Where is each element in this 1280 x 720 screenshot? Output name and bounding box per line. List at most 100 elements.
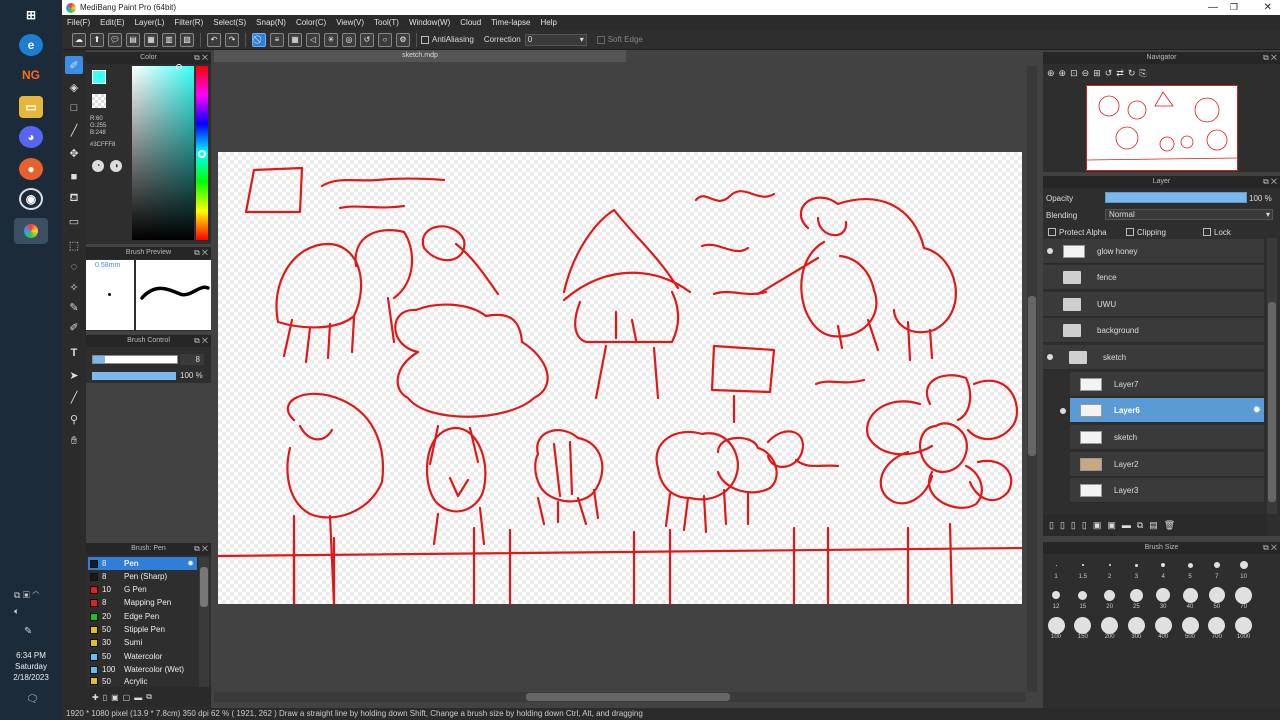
- snap-parallel-icon[interactable]: ≡: [270, 32, 284, 47]
- panel-controls-icon[interactable]: ⧉ ✕: [1263, 52, 1277, 64]
- brush-size-option[interactable]: 12: [1043, 586, 1069, 614]
- color-picker-cursor[interactable]: [176, 64, 182, 70]
- vertical-scrollbar[interactable]: [1027, 66, 1037, 692]
- brush-tool-icon[interactable]: ✐: [65, 56, 83, 74]
- layer-uwu[interactable]: UWU: [1043, 292, 1264, 317]
- panel-controls-icon[interactable]: ⧉ ✕: [194, 247, 208, 259]
- brush-item-stipple-pen[interactable]: 50 Stipple Pen: [88, 623, 197, 636]
- brush-size-option[interactable]: 700: [1204, 616, 1230, 644]
- windows-start-icon[interactable]: ⊞: [19, 4, 43, 26]
- lock-checkbox[interactable]: [1203, 228, 1211, 236]
- menu-select[interactable]: Select(S): [213, 18, 246, 27]
- panel-controls-icon[interactable]: ⧉ ✕: [1263, 542, 1277, 554]
- eyedropper-tool-icon[interactable]: ⚲: [65, 410, 83, 428]
- menu-color[interactable]: Color(C): [296, 18, 326, 27]
- horizontal-scrollbar[interactable]: [214, 692, 1026, 702]
- bucket-tool-icon[interactable]: ⛾: [65, 190, 83, 208]
- layer-properties-icon[interactable]: ▤: [1149, 520, 1158, 531]
- blending-select[interactable]: Normal ▾: [1105, 209, 1273, 220]
- navigator-thumbnail[interactable]: [1086, 85, 1238, 171]
- new-layer-icon[interactable]: ▯: [1049, 520, 1054, 531]
- brush-size-option[interactable]: 3: [1123, 556, 1149, 584]
- file-explorer-icon[interactable]: ▭: [19, 96, 43, 118]
- menu-timelapse[interactable]: Time-lapse: [491, 18, 530, 27]
- transparent-color-swatch[interactable]: [92, 94, 106, 108]
- protect-alpha-checkbox[interactable]: [1048, 228, 1056, 236]
- layer-fence[interactable]: fence: [1043, 265, 1264, 290]
- fill-rect-tool-icon[interactable]: ■: [65, 168, 83, 186]
- merge-layer-icon[interactable]: ⧉: [1137, 520, 1143, 531]
- dot-tool-icon[interactable]: □: [65, 99, 83, 117]
- snap-vanish-icon[interactable]: ◁: [306, 32, 320, 47]
- brush-size-option[interactable]: 20: [1097, 586, 1123, 614]
- select-tool-icon[interactable]: ⬚: [65, 236, 83, 254]
- minimize-icon[interactable]: —: [1208, 2, 1218, 13]
- brush-size-option[interactable]: 4: [1150, 556, 1176, 584]
- brush-settings-icon[interactable]: ▣: [111, 693, 119, 702]
- brush-size-option[interactable]: 1.5: [1070, 556, 1096, 584]
- select-eraser-icon[interactable]: ✐: [65, 318, 83, 336]
- grid-icon[interactable]: ▥: [162, 32, 176, 47]
- snap-concentric-icon[interactable]: ◎: [342, 32, 356, 47]
- panel-controls-icon[interactable]: ⧉ ✕: [194, 543, 208, 555]
- menu-cloud[interactable]: Cloud: [460, 18, 481, 27]
- layer-layer2[interactable]: Layer2: [1070, 452, 1264, 477]
- brush-size-option[interactable]: 1: [1043, 556, 1069, 584]
- brush-item-edge-pen[interactable]: 20 Edge Pen: [88, 610, 197, 623]
- gradient-tool-icon[interactable]: ▭: [65, 212, 83, 230]
- brush-size-option[interactable]: 1000: [1231, 616, 1257, 644]
- snap-radial-icon[interactable]: ✳: [324, 32, 338, 47]
- brush-item-pen[interactable]: 8 Pen ✹: [88, 557, 197, 570]
- volume-icon[interactable]: 🔈︎: [14, 606, 19, 617]
- fit-icon[interactable]: ⊡: [1070, 68, 1078, 79]
- rotate-right-icon[interactable]: ↻: [1128, 68, 1136, 79]
- brush-size-value[interactable]: 8: [180, 354, 204, 365]
- layer-opacity-slider[interactable]: [1105, 192, 1247, 203]
- brush-item-watercolor[interactable]: 50 Watercolor: [88, 650, 197, 663]
- brush-item-mapping-pen[interactable]: 8 Mapping Pen: [88, 596, 197, 609]
- redo-icon[interactable]: ↷: [225, 32, 239, 47]
- move-tool-icon[interactable]: ✥: [65, 144, 83, 162]
- medibang-taskbar-icon[interactable]: [14, 218, 48, 244]
- visibility-dot-icon[interactable]: [1060, 408, 1066, 414]
- new-8bit-layer-icon[interactable]: ▯: [1071, 520, 1076, 531]
- brush-size-option[interactable]: 5: [1177, 556, 1203, 584]
- brush-size-option[interactable]: 15: [1070, 586, 1096, 614]
- edge-browser-icon[interactable]: e: [19, 34, 43, 56]
- layer-layer7[interactable]: Layer7: [1070, 372, 1264, 397]
- brush-item-g-pen[interactable]: 10 G Pen: [88, 583, 197, 596]
- layer-sketch-folder[interactable]: sketch: [1043, 345, 1264, 370]
- gear-icon[interactable]: ✹: [187, 559, 194, 568]
- flip-icon[interactable]: ⇄: [1116, 68, 1124, 79]
- fullscreen-icon[interactable]: ⊞: [1093, 68, 1101, 79]
- brush-size-option[interactable]: 25: [1123, 586, 1149, 614]
- layer-sketch[interactable]: sketch: [1070, 425, 1264, 450]
- page-icon[interactable]: ▦: [144, 32, 158, 47]
- menu-window[interactable]: Window(W): [409, 18, 450, 27]
- antialiasing-checkbox[interactable]: [421, 35, 429, 44]
- menu-tool[interactable]: Tool(T): [374, 18, 399, 27]
- soft-edge-checkbox[interactable]: [596, 35, 605, 44]
- cloud-icon[interactable]: ☁: [72, 32, 86, 47]
- visibility-dot-icon[interactable]: [1047, 354, 1053, 360]
- panel-controls-icon[interactable]: ⧉ ✕: [194, 52, 208, 64]
- layer-layer6[interactable]: Layer6 ✹: [1070, 398, 1264, 423]
- menu-filter[interactable]: Filter(R): [174, 18, 203, 27]
- brush-item-sumi[interactable]: 30 Sumi: [88, 636, 197, 649]
- message-icon[interactable]: ▤: [126, 32, 140, 47]
- brush-item-watercolor-wet[interactable]: 100 Watercolor (Wet): [88, 663, 197, 676]
- palette-icon[interactable]: ◔: [92, 160, 104, 172]
- brush-size-option[interactable]: 7: [1204, 556, 1230, 584]
- new-1bit-layer-icon[interactable]: ▯: [1082, 520, 1087, 531]
- layer-scrollbar[interactable]: [1267, 238, 1277, 514]
- menu-view[interactable]: View(V): [336, 18, 364, 27]
- hand-tool-icon[interactable]: ✋︎: [65, 432, 83, 450]
- brush-size-option[interactable]: 100: [1043, 616, 1069, 644]
- add-brush-icon[interactable]: ✚: [92, 693, 99, 702]
- snap-curve-icon[interactable]: ↺: [360, 32, 374, 47]
- duplicate-layer-icon[interactable]: ▣: [1107, 520, 1116, 531]
- restore-icon[interactable]: ❐: [1230, 2, 1238, 13]
- reset-icon[interactable]: ⎘: [1139, 68, 1146, 79]
- tray-icons[interactable]: ⧉ ▣ ◠: [14, 590, 39, 601]
- layer-background[interactable]: background: [1043, 318, 1264, 343]
